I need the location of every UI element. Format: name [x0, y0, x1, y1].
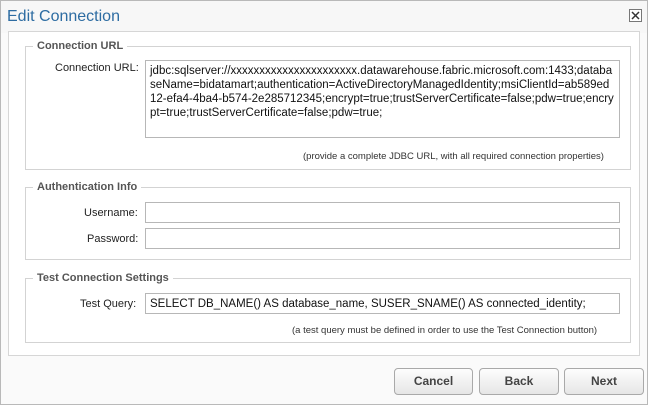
test-query-field[interactable]: SELECT DB_NAME() AS database_name, SUSER…	[145, 293, 620, 314]
cancel-button[interactable]: Cancel	[394, 368, 473, 395]
username-field[interactable]	[145, 202, 620, 223]
password-label: Password:	[87, 233, 139, 245]
password-field[interactable]	[145, 228, 620, 249]
close-icon	[631, 11, 640, 20]
connection-url-legend: Connection URL	[37, 40, 124, 52]
dialog-title: Edit Connection	[7, 8, 120, 25]
connection-url-hint: (provide a complete JDBC URL, with all r…	[303, 151, 604, 162]
back-button[interactable]: Back	[479, 368, 559, 395]
dialog-titlebar: Edit Connection	[1, 1, 647, 33]
authentication-legend: Authentication Info	[37, 181, 138, 193]
next-button[interactable]: Next	[564, 368, 644, 395]
connection-url-label: Connection URL:	[55, 62, 139, 74]
test-query-label: Test Query:	[80, 298, 137, 310]
test-connection-legend: Test Connection Settings	[37, 272, 169, 284]
username-label: Username:	[84, 207, 138, 219]
test-query-hint: (a test query must be defined in order t…	[292, 325, 598, 336]
close-button[interactable]	[629, 9, 642, 22]
connection-url-textarea[interactable]: jdbc:sqlserver://xxxxxxxxxxxxxxxxxxxxxx.…	[145, 60, 620, 138]
